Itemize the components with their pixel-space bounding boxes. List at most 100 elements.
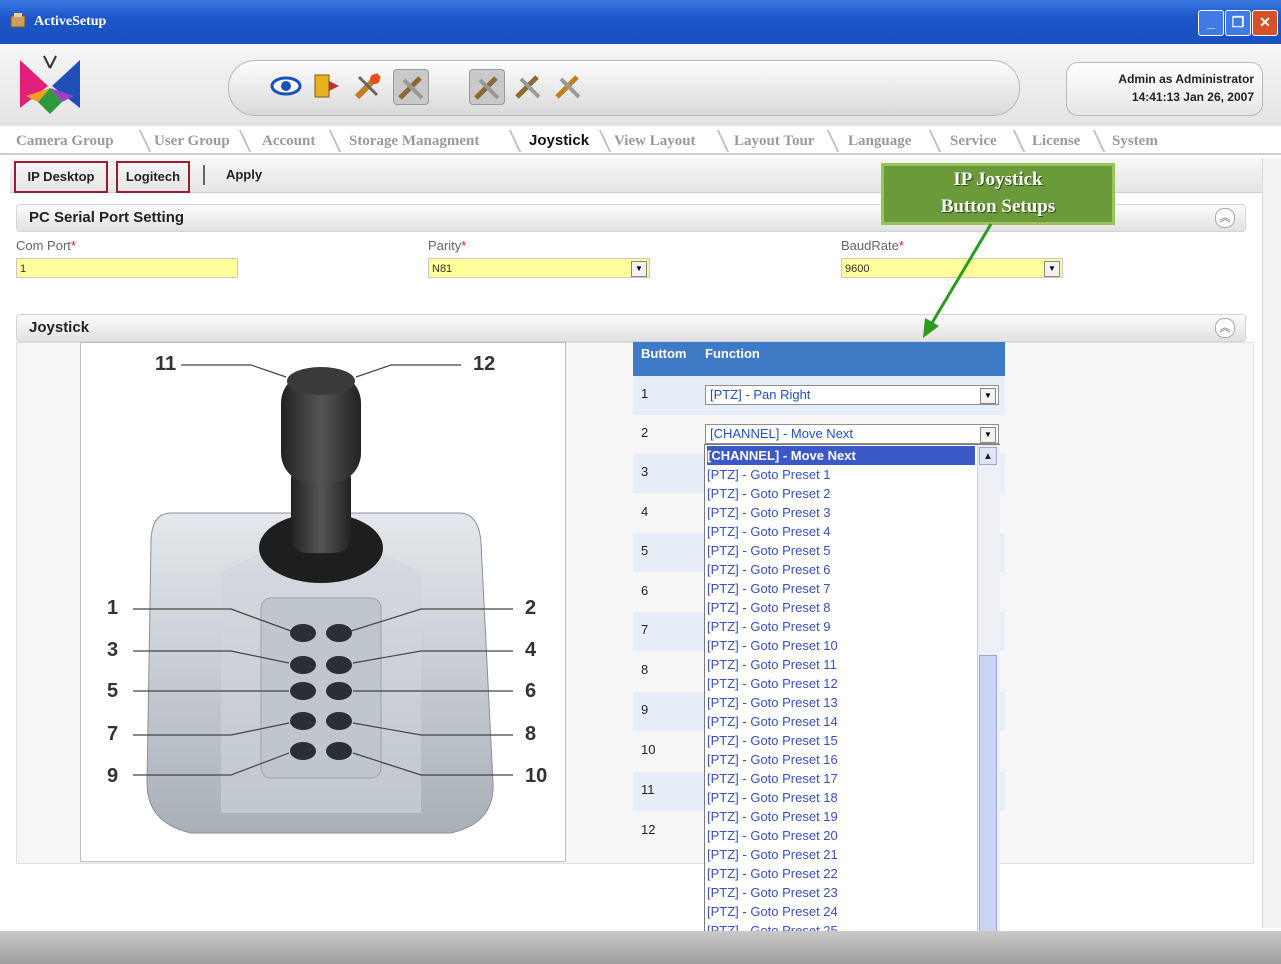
- tab-system[interactable]: System: [1112, 130, 1158, 152]
- title-bar: ActiveSetup _ ❐ ✕: [0, 0, 1281, 44]
- chevron-up-icon[interactable]: ▲: [979, 447, 997, 465]
- joystick-section-header[interactable]: Joystick ︽: [16, 314, 1246, 342]
- minimize-icon[interactable]: _: [1198, 10, 1224, 36]
- dropdown-option[interactable]: [PTZ] - Goto Preset 20: [707, 826, 838, 845]
- chevron-down-icon[interactable]: ▼: [631, 261, 647, 277]
- chevron-down-icon[interactable]: ▼: [980, 427, 996, 443]
- user-info: Admin as Administrator 14:41:13 Jan 26, …: [1066, 62, 1263, 116]
- dropdown-option[interactable]: [PTZ] - Goto Preset 7: [707, 579, 831, 598]
- callout-line1: IP Joystick: [953, 169, 1043, 190]
- dropdown-option[interactable]: [PTZ] - Goto Preset 5: [707, 541, 831, 560]
- tools-icon[interactable]: [551, 69, 585, 103]
- row-number: 2: [641, 425, 649, 440]
- com-port-label: Com Port*: [16, 238, 76, 253]
- function-value: [PTZ] - Pan Right: [710, 387, 811, 402]
- row-number: 1: [641, 386, 649, 401]
- datetime: 14:41:13 Jan 26, 2007: [1131, 90, 1254, 104]
- tab-layout-tour[interactable]: Layout Tour: [734, 130, 814, 152]
- close-icon[interactable]: ✕: [1252, 10, 1278, 36]
- tab-camera-group[interactable]: Camera Group: [16, 130, 114, 152]
- dropdown-option[interactable]: [PTZ] - Goto Preset 1: [707, 465, 831, 484]
- dropdown-option[interactable]: [PTZ] - Goto Preset 4: [707, 522, 831, 541]
- dropdown-option[interactable]: [PTZ] - Goto Preset 21: [707, 845, 838, 864]
- row-number: 6: [641, 583, 649, 598]
- tools-icon[interactable]: [393, 69, 429, 105]
- tab-storage[interactable]: Storage Managment: [349, 130, 479, 152]
- window-title: ActiveSetup: [34, 14, 107, 29]
- dropdown-option[interactable]: [PTZ] - Goto Preset 13: [707, 693, 838, 712]
- callout-line2: Button Setups: [940, 196, 1056, 217]
- joystick-label-5: 5: [107, 680, 119, 702]
- dropdown-option[interactable]: [PTZ] - Goto Preset 15: [707, 731, 838, 750]
- collapse-icon[interactable]: ︽: [1215, 208, 1235, 228]
- com-port-input[interactable]: 1: [16, 258, 238, 278]
- dropdown-option[interactable]: [PTZ] - Goto Preset 2: [707, 484, 831, 503]
- joystick-label-4: 4: [525, 639, 537, 661]
- row-number: 10: [641, 742, 656, 757]
- tab-service[interactable]: Service: [950, 130, 997, 152]
- dropdown-option[interactable]: [PTZ] - Goto Preset 6: [707, 560, 831, 579]
- function-select[interactable]: [PTZ] - Pan Right ▼: [705, 385, 999, 405]
- dropdown-option[interactable]: [PTZ] - Goto Preset 14: [707, 712, 838, 731]
- logitech-button[interactable]: Logitech: [116, 161, 190, 193]
- dropdown-option[interactable]: [PTZ] - Goto Preset 22: [707, 864, 838, 883]
- row-number: 5: [641, 543, 649, 558]
- tools-icon[interactable]: [511, 69, 545, 103]
- col-button: Buttom: [641, 346, 687, 361]
- status-bar: [0, 931, 1281, 964]
- page-scrollbar[interactable]: [1262, 158, 1281, 928]
- dropdown-option[interactable]: [CHANNEL] - Move Next: [707, 446, 975, 465]
- ip-desktop-button[interactable]: IP Desktop: [14, 161, 108, 193]
- dropdown-option[interactable]: [PTZ] - Goto Preset 8: [707, 598, 831, 617]
- function-dropdown-list[interactable]: [CHANNEL] - Move Next [PTZ] - Goto Preset…: [704, 444, 1000, 964]
- tab-joystick[interactable]: Joystick: [529, 130, 589, 152]
- parity-select[interactable]: N81 ▼: [428, 258, 650, 278]
- tab-license[interactable]: License: [1032, 130, 1080, 152]
- tab-language[interactable]: Language: [848, 130, 911, 152]
- dropdown-option[interactable]: [PTZ] - Goto Preset 16: [707, 750, 838, 769]
- dropdown-scroll-thumb[interactable]: [979, 655, 997, 963]
- row-number: 8: [641, 662, 649, 677]
- col-function: Function: [705, 346, 760, 361]
- parity-label: Parity*: [428, 238, 467, 253]
- dropdown-option[interactable]: [PTZ] - Goto Preset 9: [707, 617, 831, 636]
- video-icon[interactable]: [309, 69, 343, 103]
- section-title: PC Serial Port Setting: [29, 209, 185, 226]
- camera-config-icon[interactable]: [351, 69, 385, 103]
- dropdown-option[interactable]: [PTZ] - Goto Preset 23: [707, 883, 838, 902]
- tab-user-group[interactable]: User Group: [154, 130, 230, 152]
- dropdown-option[interactable]: [PTZ] - Goto Preset 3: [707, 503, 831, 522]
- joystick-label-2: 2: [525, 597, 537, 619]
- row-number: 9: [641, 702, 649, 717]
- dropdown-option[interactable]: [PTZ] - Goto Preset 24: [707, 902, 838, 921]
- joystick-label-3: 3: [107, 639, 119, 661]
- maximize-icon[interactable]: ❐: [1225, 10, 1251, 36]
- row-number: 4: [641, 504, 649, 519]
- tools-icon[interactable]: [469, 69, 505, 105]
- dropdown-option[interactable]: [PTZ] - Goto Preset 12: [707, 674, 838, 693]
- dropdown-option[interactable]: [PTZ] - Goto Preset 10: [707, 636, 838, 655]
- tab-account[interactable]: Account: [262, 130, 315, 152]
- joystick-label-10: 10: [525, 765, 548, 787]
- chevron-down-icon[interactable]: ▼: [1044, 261, 1060, 277]
- apply-button[interactable]: Apply: [218, 161, 270, 189]
- function-select[interactable]: [CHANNEL] - Move Next ▼: [705, 424, 999, 444]
- joystick-diagram: 11 12 1 2 3 4 5 6 7 8 9 10: [80, 342, 566, 862]
- dropdown-option[interactable]: [PTZ] - Goto Preset 11: [707, 655, 837, 674]
- user-role: Admin as Administrator: [1118, 72, 1254, 86]
- joystick-label-9: 9: [107, 765, 119, 787]
- row-number: 11: [641, 782, 655, 797]
- dropdown-option[interactable]: [PTZ] - Goto Preset 17: [707, 769, 838, 788]
- row-number: 7: [641, 622, 649, 637]
- joystick-label-7: 7: [107, 723, 119, 745]
- joystick-label-8: 8: [525, 723, 537, 745]
- joystick-label-11: 11: [155, 353, 177, 375]
- table-row: 1 [PTZ] - Pan Right ▼: [633, 376, 1005, 415]
- eye-icon[interactable]: [269, 69, 303, 103]
- tab-view-layout[interactable]: View Layout: [614, 130, 696, 152]
- tab-bar: Camera Group User Group Account Storage …: [14, 126, 1181, 154]
- dropdown-option[interactable]: [PTZ] - Goto Preset 19: [707, 807, 838, 826]
- chevron-down-icon[interactable]: ▼: [980, 388, 996, 404]
- collapse-icon[interactable]: ︽: [1215, 318, 1235, 338]
- dropdown-option[interactable]: [PTZ] - Goto Preset 18: [707, 788, 838, 807]
